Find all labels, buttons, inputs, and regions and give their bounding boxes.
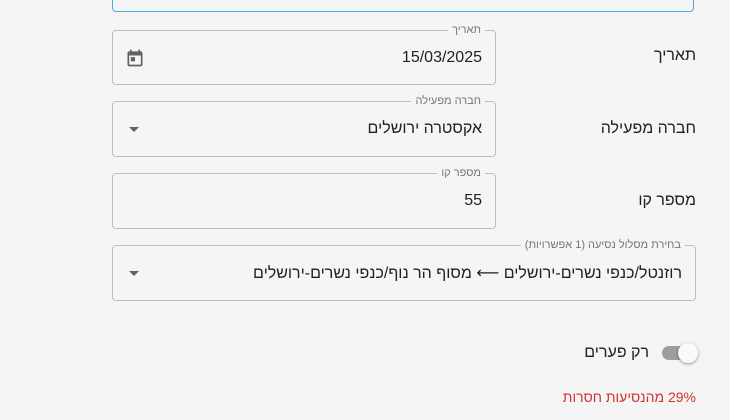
date-row-label: תאריך bbox=[653, 47, 696, 64]
date-field[interactable]: תאריך 15/03/2025 bbox=[112, 23, 496, 85]
operator-row-label: חברה מפעילה bbox=[600, 120, 696, 137]
dropdown-arrow-icon[interactable] bbox=[129, 271, 139, 276]
line-number-input[interactable]: מספר קו 55 bbox=[112, 166, 496, 229]
calendar-icon[interactable] bbox=[125, 48, 145, 68]
route-select-legend: בחירת מסלול נסיעה (1 אפשרויות) bbox=[520, 238, 685, 252]
route-value: רוזנטל/כנפי נשרים-ירושלים ⟵ מסוף הר נוף/… bbox=[253, 265, 682, 282]
route-select[interactable]: בחירת מסלול נסיעה (1 אפשרויות) רוזנטל/כנ… bbox=[112, 238, 696, 301]
line-number-legend: מספר קו bbox=[437, 166, 485, 180]
date-value: 15/03/2025 bbox=[401, 48, 482, 66]
date-field-legend: תאריך bbox=[448, 23, 485, 37]
previous-field-bottom[interactable] bbox=[112, 0, 694, 12]
toggle-thumb[interactable] bbox=[678, 343, 698, 363]
operator-value: אקסטרה ירושלים bbox=[367, 120, 482, 137]
dropdown-arrow-icon[interactable] bbox=[129, 127, 139, 132]
gaps-only-label: רק פערים bbox=[584, 344, 649, 361]
missing-rides-warning: 29% מהנסיעות חסרות bbox=[562, 389, 696, 405]
gaps-only-toggle[interactable] bbox=[660, 343, 698, 363]
operator-select[interactable]: חברה מפעילה אקסטרה ירושלים bbox=[112, 94, 496, 157]
operator-select-legend: חברה מפעילה bbox=[411, 94, 485, 108]
line-number-value: 55 bbox=[464, 192, 482, 209]
line-row-label: מספר קו bbox=[638, 192, 696, 209]
